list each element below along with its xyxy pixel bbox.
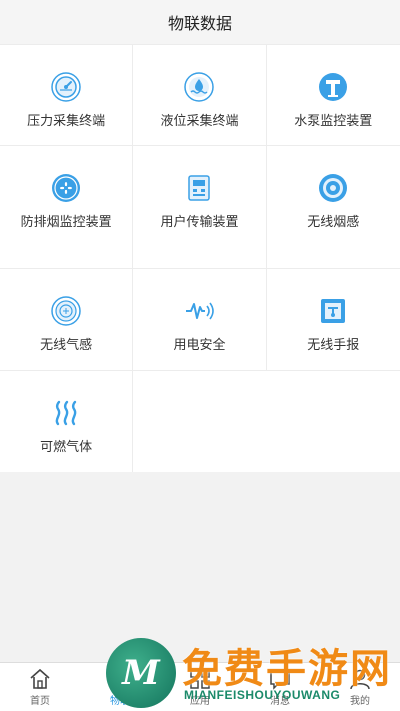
electric-wave-icon — [183, 295, 215, 327]
tab-label: 首页 — [30, 696, 50, 707]
grid-item-wireless-gas[interactable]: 无线气感 — [0, 269, 134, 370]
iot-icon — [107, 667, 133, 691]
liquid-level-icon — [183, 71, 215, 103]
smoke-detector-icon — [317, 172, 349, 204]
profile-icon — [347, 667, 373, 691]
smoke-fan-icon — [50, 172, 82, 204]
page-title: 物联数据 — [167, 14, 232, 33]
grid-item-water-pump[interactable]: 水泵监控装置 — [267, 45, 400, 145]
grid-item-label: 无线烟感 — [307, 215, 360, 230]
manual-alarm-icon — [317, 295, 349, 327]
tab-label: 应用 — [190, 696, 210, 707]
grid-item-label: 压力采集终端 — [27, 114, 106, 129]
grid-item-wireless-smoke[interactable]: 无线烟感 — [267, 146, 400, 268]
tab-messages[interactable]: 消息 — [240, 663, 320, 711]
tab-iot[interactable]: 物联 — [80, 663, 160, 711]
apps-icon — [187, 667, 213, 691]
bottom-tab-bar: 首页 物联 应用 消息 我的 — [0, 662, 400, 711]
grid-item-label: 无线手报 — [307, 338, 360, 353]
grid-item-label: 用户传输装置 — [160, 215, 239, 230]
grid-item-label: 可燃气体 — [40, 440, 93, 455]
grid-item-smoke-control[interactable]: 防排烟监控装置 — [0, 146, 134, 268]
gas-sensor-icon — [50, 295, 82, 327]
water-pump-icon — [317, 71, 349, 103]
grid-item-wireless-manual-alarm[interactable]: 无线手报 — [267, 269, 400, 370]
grid-item-pressure-terminal[interactable]: 压力采集终端 — [0, 45, 134, 145]
top-bar: 物联数据 — [0, 0, 400, 44]
device-grid: 压力采集终端 液位采集终端 水泵监控装置 防排烟监控装置 用户传输装置 无线烟感… — [0, 44, 400, 472]
tab-home[interactable]: 首页 — [0, 663, 80, 711]
tab-label: 消息 — [270, 696, 290, 707]
message-icon — [267, 667, 293, 691]
grid-item-label: 防排烟监控装置 — [20, 215, 112, 230]
grid-item-label: 液位采集终端 — [160, 114, 239, 129]
grid-item-label: 水泵监控装置 — [294, 114, 373, 129]
grid-item-label: 用电安全 — [173, 338, 226, 353]
grid-empty-cell — [267, 371, 400, 472]
grid-item-label: 无线气感 — [40, 338, 93, 353]
home-icon — [27, 667, 53, 691]
grid-item-flammable-gas[interactable]: 可燃气体 — [0, 371, 134, 472]
transmission-device-icon — [183, 172, 215, 204]
grid-item-electric-safety[interactable]: 用电安全 — [133, 269, 267, 370]
grid-item-user-transmission[interactable]: 用户传输装置 — [133, 146, 267, 268]
tab-profile[interactable]: 我的 — [320, 663, 400, 711]
flammable-gas-icon — [50, 397, 82, 429]
grid-empty-cell — [133, 371, 266, 472]
tab-label: 我的 — [350, 696, 370, 707]
tab-label: 物联 — [110, 696, 130, 707]
grid-item-liquid-terminal[interactable]: 液位采集终端 — [133, 45, 267, 145]
tab-apps[interactable]: 应用 — [160, 663, 240, 711]
pressure-gauge-icon — [50, 71, 82, 103]
